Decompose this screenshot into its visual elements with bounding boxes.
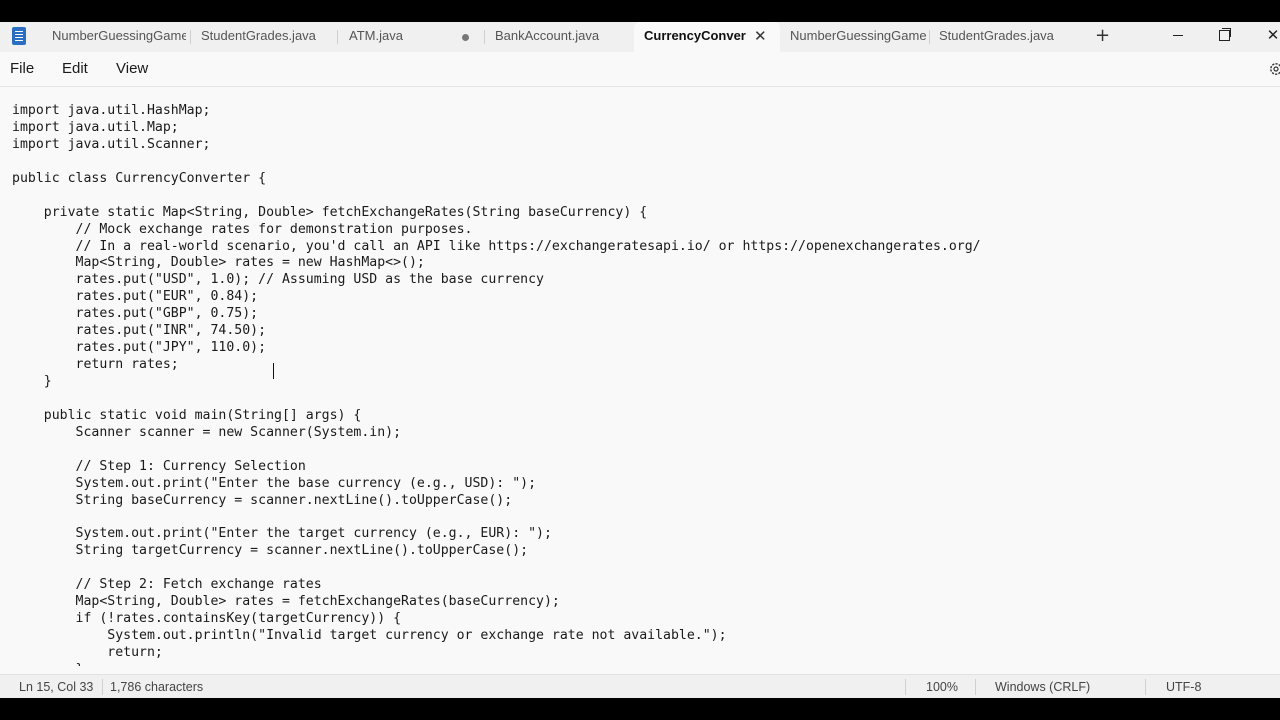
code-line: return;: [12, 645, 163, 660]
minimize-icon: [1173, 35, 1183, 36]
code-line: // Mock exchange rates for demonstration…: [12, 221, 473, 237]
tab-numberguessinggame-1[interactable]: NumberGuessingGame: [52, 22, 186, 52]
unsaved-indicator-icon[interactable]: [462, 34, 469, 41]
close-icon: ✕: [1266, 26, 1280, 44]
code-line: rates.put("USD", 1.0); // Assuming USD a…: [12, 272, 544, 288]
status-separator: [975, 679, 976, 695]
code-line: import java.util.HashMap;: [12, 103, 211, 118]
code-line: Map<String, Double> rates = fetchExchang…: [12, 594, 560, 610]
code-line: return rates;: [12, 357, 179, 373]
tab-separator: [929, 30, 930, 44]
tab-numberguessinggame-2[interactable]: NumberGuessingGame: [790, 22, 926, 52]
code-line: Map<String, Double> rates = new HashMap<…: [12, 255, 425, 271]
code-line: rates.put("EUR", 0.84);: [12, 289, 259, 305]
code-line: rates.put("INR", 74.50);: [12, 323, 267, 339]
menu-edit[interactable]: Edit: [62, 60, 88, 77]
status-separator: [1145, 679, 1146, 695]
close-window-button[interactable]: ✕: [1250, 22, 1280, 52]
tab-label: StudentGrades.java: [939, 28, 1054, 43]
code-line: rates.put("GBP", 0.75);: [12, 306, 259, 322]
code-line: public static void main(String[] args) {: [12, 407, 362, 423]
notepad-app-icon: [12, 27, 26, 45]
code-line: System.out.print("Enter the target curre…: [12, 526, 552, 542]
code-line: public class CurrencyConverter {: [12, 170, 267, 186]
code-line: private static Map<String, Double> fetch…: [12, 204, 648, 220]
tab-label: NumberGuessingGame: [790, 28, 926, 43]
code-line: // Step 1: Currency Selection: [12, 458, 306, 474]
tab-label: NumberGuessingGame: [52, 28, 186, 43]
tab-label: StudentGrades.java: [201, 28, 316, 43]
code-line: // In a real-world scenario, you'd call …: [12, 238, 981, 254]
text-caret: [273, 363, 274, 379]
gear-icon[interactable]: [1268, 61, 1280, 77]
close-tab-icon[interactable]: ✕: [754, 22, 767, 50]
tab-label: CurrencyConver: [644, 28, 746, 43]
code-line: import java.util.Scanner;: [12, 136, 211, 152]
tab-studentgrades-2[interactable]: StudentGrades.java: [939, 22, 1069, 52]
zoom-level[interactable]: 100%: [926, 680, 958, 694]
maximize-icon: [1218, 28, 1231, 41]
tab-separator: [484, 30, 485, 44]
minimize-button[interactable]: [1155, 22, 1201, 52]
text-editor[interactable]: import java.util.HashMap; import java.uti…: [0, 87, 1280, 666]
tab-label: BankAccount.java: [495, 28, 600, 43]
code-line: String baseCurrency = scanner.nextLine()…: [12, 492, 513, 508]
code-line: rates.put("JPY", 110.0);: [12, 340, 267, 356]
code-line: Scanner scanner = new Scanner(System.in)…: [12, 424, 402, 440]
code-line: String targetCurrency = scanner.nextLine…: [12, 543, 529, 559]
code-line: if (!rates.containsKey(targetCurrency)) …: [12, 611, 402, 627]
tab-label: ATM.java: [349, 28, 403, 43]
maximize-button[interactable]: [1201, 22, 1247, 52]
status-separator: [905, 679, 906, 695]
code-line: System.out.println("Invalid target curre…: [12, 628, 727, 644]
cursor-position: Ln 15, Col 33: [19, 680, 94, 694]
line-ending[interactable]: Windows (CRLF): [995, 680, 1090, 694]
encoding[interactable]: UTF-8: [1166, 680, 1201, 694]
tab-bankaccount[interactable]: BankAccount.java: [495, 22, 625, 52]
notepad-window: NumberGuessingGame StudentGrades.java AT…: [0, 22, 1280, 698]
code-content: import java.util.HashMap; import java.uti…: [12, 103, 981, 666]
code-line: System.out.print("Enter the base currenc…: [12, 475, 537, 491]
menu-view[interactable]: View: [116, 60, 148, 77]
status-bar: Ln 15, Col 33 1,786 characters 100% Wind…: [0, 674, 1280, 698]
character-count: 1,786 characters: [110, 680, 204, 694]
tab-bar: NumberGuessingGame StudentGrades.java AT…: [0, 22, 1280, 52]
new-tab-button[interactable]: +: [1095, 22, 1110, 50]
tab-separator: [337, 30, 338, 44]
code-line: // Step 2: Fetch exchange rates: [12, 577, 322, 593]
tab-separator: [190, 30, 191, 44]
tab-studentgrades-1[interactable]: StudentGrades.java: [201, 22, 331, 52]
menu-bar: File Edit View: [0, 52, 1280, 87]
status-separator: [102, 679, 103, 695]
code-line: }: [12, 374, 52, 389]
menu-file[interactable]: File: [10, 60, 34, 77]
tab-atm[interactable]: ATM.java: [349, 22, 449, 52]
code-line: import java.util.Map;: [12, 119, 179, 135]
code-line: }: [12, 662, 981, 666]
